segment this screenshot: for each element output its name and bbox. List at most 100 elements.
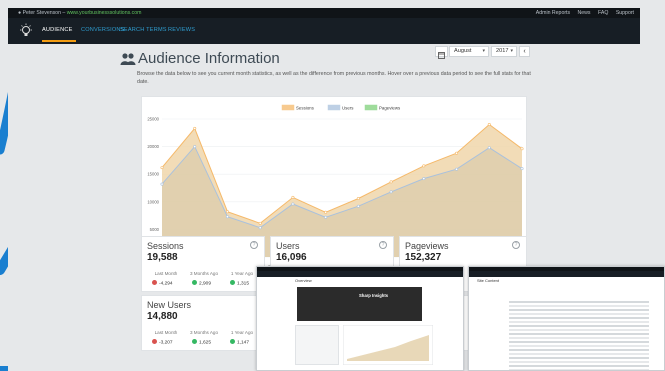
support-link[interactable]: Support xyxy=(616,10,634,16)
delta-value: -4,294 xyxy=(152,280,173,287)
legend-swatch xyxy=(281,104,295,111)
news-link[interactable]: News xyxy=(578,10,591,16)
table-row xyxy=(509,301,649,303)
data-point-sessions xyxy=(455,151,459,155)
page-title: Audience Information xyxy=(138,50,280,67)
overlay-banner: Sharp Insights xyxy=(297,287,422,321)
overlay-banner-heading: Sharp Insights xyxy=(359,293,389,298)
table-row xyxy=(509,321,649,323)
stat-value: 14,880 xyxy=(147,311,178,322)
table-row xyxy=(509,333,649,335)
overlay-mini-stats xyxy=(295,325,339,365)
legend-swatch xyxy=(327,104,341,111)
table-row xyxy=(509,313,649,315)
table-row xyxy=(509,309,649,311)
data-point-sessions xyxy=(422,164,426,168)
delta-value: 1,625 xyxy=(192,339,211,346)
data-point-sessions xyxy=(193,126,197,130)
overlay-mini-chart xyxy=(343,325,433,365)
tab-search-terms[interactable]: SEARCH TERMS xyxy=(120,27,167,33)
chevron-down-icon: ▾ xyxy=(482,48,485,54)
y-tick-label: 15000 xyxy=(147,172,159,177)
help-icon[interactable]: ? xyxy=(512,241,520,249)
year-value: 2017 xyxy=(496,48,509,54)
legend-label: Pageviews xyxy=(379,105,401,110)
table-row xyxy=(509,337,649,339)
overlay-title: Overview xyxy=(295,278,312,283)
admin-reports-link[interactable]: Admin Reports xyxy=(536,10,570,16)
stat-name: Sessions xyxy=(147,241,184,251)
compare-label: 3 Months Ago xyxy=(189,330,219,335)
table-row xyxy=(509,365,649,367)
delta-value: 2,909 xyxy=(192,280,211,287)
year-select[interactable]: 2017 ▾ xyxy=(491,46,517,57)
data-point-users xyxy=(356,204,360,208)
table-row xyxy=(509,353,649,355)
data-point-sessions xyxy=(487,123,491,127)
stat-name: New Users xyxy=(147,300,192,310)
compare-label: 1 Year Ago xyxy=(230,271,254,276)
delta-value: 1,147 xyxy=(230,339,249,346)
y-tick-label: 20000 xyxy=(147,144,159,149)
table-row xyxy=(509,361,649,363)
up-indicator-icon xyxy=(230,339,235,344)
tab-conversions[interactable]: CONVERSIONS xyxy=(81,27,125,33)
table-row xyxy=(509,329,649,331)
up-indicator-icon xyxy=(230,280,235,285)
data-point-sessions xyxy=(520,147,524,151)
compare-label: Last Month xyxy=(154,271,178,276)
data-point-users xyxy=(258,226,262,230)
data-point-sessions xyxy=(258,221,262,225)
calendar-icon[interactable] xyxy=(435,46,448,59)
stat-name: Pageviews xyxy=(405,241,449,251)
overlay-title: Site Content xyxy=(477,278,500,283)
data-point-sessions xyxy=(324,210,328,214)
top-bar: ● Peter Stevenson – www.yourbusinesssolu… xyxy=(8,8,640,18)
data-point-users xyxy=(193,145,197,149)
data-point-sessions xyxy=(160,166,164,170)
delta-value: 1,315 xyxy=(230,280,249,287)
help-icon[interactable]: ? xyxy=(379,241,387,249)
intro-text: Browse the data below to see you current… xyxy=(137,71,531,85)
month-value: August xyxy=(454,48,472,54)
stat-card-sessions: Sessions ? 19,588 Last Month 3 Months Ag… xyxy=(141,236,265,292)
tab-reviews[interactable]: REVIEWS xyxy=(168,27,195,33)
up-indicator-icon xyxy=(192,280,197,285)
compare-label: Last Month xyxy=(154,330,178,335)
data-point-users xyxy=(520,167,524,171)
stat-value: 16,096 xyxy=(276,252,307,263)
month-select[interactable]: August ▾ xyxy=(449,46,489,57)
site-url[interactable]: www.yourbusinesssolutions.com xyxy=(67,10,142,16)
chevron-down-icon: ▾ xyxy=(510,48,513,54)
user-name[interactable]: Peter Stevenson xyxy=(23,10,61,16)
compare-label: 3 Months Ago xyxy=(189,271,219,276)
legend-swatch xyxy=(364,104,378,111)
main-nav: AUDIENCE CONVERSIONS SEARCH TERMS REVIEW… xyxy=(8,18,640,44)
faq-link[interactable]: FAQ xyxy=(598,10,608,16)
data-point-users xyxy=(160,182,164,186)
data-point-sessions xyxy=(356,196,360,200)
table-row xyxy=(509,305,649,307)
lightbulb-logo-icon[interactable] xyxy=(18,23,34,39)
data-point-users xyxy=(487,146,491,150)
table-row xyxy=(509,357,649,359)
stat-value: 152,327 xyxy=(405,252,442,263)
help-icon[interactable]: ? xyxy=(250,241,258,249)
previous-month-button[interactable]: ‹ xyxy=(519,46,530,57)
y-tick-label: 10000 xyxy=(147,199,159,204)
data-point-users xyxy=(389,190,393,194)
user-icon: ● xyxy=(18,10,22,16)
tab-audience[interactable]: AUDIENCE xyxy=(42,27,73,33)
audience-users-icon xyxy=(120,53,136,65)
stat-value: 19,588 xyxy=(147,252,178,263)
down-indicator-icon xyxy=(152,280,157,285)
down-indicator-icon xyxy=(152,339,157,344)
data-point-sessions xyxy=(225,210,229,214)
up-indicator-icon xyxy=(192,339,197,344)
table-row xyxy=(509,341,649,343)
table-row xyxy=(509,317,649,319)
active-tab-indicator xyxy=(42,40,76,42)
data-point-sessions xyxy=(291,195,295,199)
overlay-report-overview: Overview Sharp Insights xyxy=(256,266,464,371)
overlay-report-site-content: Site Content xyxy=(468,266,665,371)
